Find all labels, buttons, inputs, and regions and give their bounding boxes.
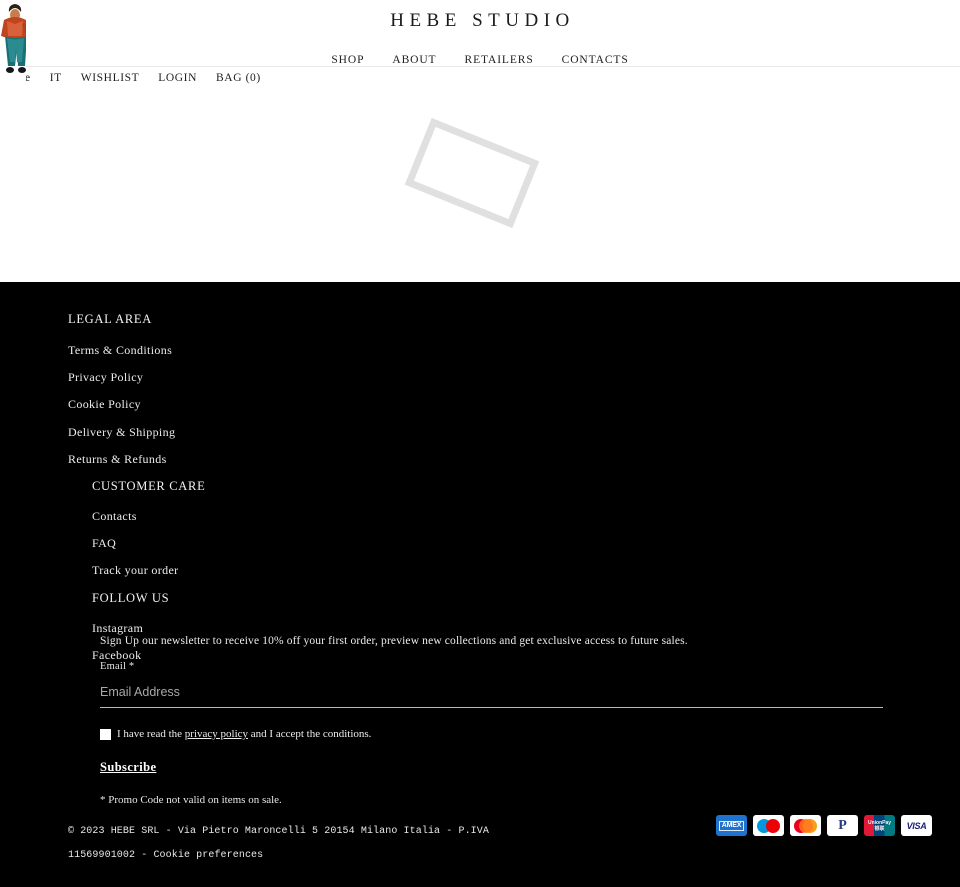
consent-checkbox[interactable]	[100, 728, 111, 740]
maestro-icon	[753, 815, 784, 836]
copyright-line-1: © 2023 HEBE SRL - Via Pietro Maroncelli …	[68, 826, 489, 837]
nav-item-shop[interactable]: SHOP	[331, 54, 364, 66]
utility-bar-items: e IT WISHLIST LOGIN BAG (0)	[25, 67, 280, 89]
footer-link-track-your-order[interactable]: Track your order	[92, 563, 668, 578]
copyright-separator: -	[135, 850, 154, 861]
payment-methods: AMEX P UnionPay 银联 VISA	[716, 815, 932, 836]
promo-code-note: * Promo Code not valid on items on sale.	[100, 794, 282, 806]
follow-us-heading: FOLLOW US	[92, 590, 170, 605]
legal-area-heading: LEGAL AREA	[68, 312, 152, 326]
consent-text-pre: I have read the	[117, 728, 185, 740]
privacy-policy-link[interactable]: privacy policy	[185, 728, 248, 740]
unionpay-label: UnionPay 银联	[868, 820, 891, 832]
bag-link[interactable]: BAG (0)	[216, 72, 261, 84]
mastercard-icon	[790, 815, 821, 836]
copyright-block: © 2023 HEBE SRL - Via Pietro Maroncelli …	[68, 820, 498, 868]
site-header: HEBE STUDIO SHOP ABOUT RETAILERS CONTACT…	[0, 0, 960, 80]
subscribe-button[interactable]: Subscribe	[100, 760, 156, 775]
amex-label: AMEX	[718, 820, 745, 831]
maestro-circles	[757, 818, 780, 833]
footer-link-terms-conditions[interactable]: Terms & Conditions	[68, 343, 668, 358]
customer-care-heading: CUSTOMER CARE	[92, 478, 206, 493]
mastercard-circles	[794, 818, 817, 833]
footer-link-privacy-policy[interactable]: Privacy Policy	[68, 370, 668, 385]
login-link[interactable]: LOGIN	[158, 72, 197, 84]
unionpay-label-bottom: 银联	[874, 825, 885, 832]
wishlist-link[interactable]: WISHLIST	[81, 72, 139, 84]
maestro-right-circle	[766, 818, 780, 833]
nav-item-retailers[interactable]: RETAILERS	[465, 54, 534, 66]
copyright-line-2: 11569901002 - Cookie preferences	[68, 844, 498, 868]
email-field-label: Email *	[100, 661, 135, 672]
footer-links-column: LEGAL AREA Terms & Conditions Privacy Po…	[68, 312, 668, 675]
newsletter-signup: Sign Up our newsletter to receive 10% of…	[100, 635, 890, 806]
consent-row: I have read the privacy policy and I acc…	[100, 728, 890, 740]
footer-link-instagram[interactable]: Instagram	[92, 621, 668, 636]
footer-link-delivery-shipping[interactable]: Delivery & Shipping	[68, 425, 668, 440]
utility-bar: e IT WISHLIST LOGIN BAG (0)	[0, 67, 960, 89]
hero-model-image	[0, 0, 26, 80]
footer-link-cookie-policy[interactable]: Cookie Policy	[68, 397, 668, 412]
language-switch-it[interactable]: IT	[50, 72, 62, 84]
visa-label: VISA	[906, 820, 927, 831]
mastercard-overlap	[798, 818, 813, 833]
paypal-icon: P	[827, 815, 858, 836]
unionpay-icon: UnionPay 银联	[864, 815, 895, 836]
footer-link-returns-refunds[interactable]: Returns & Refunds	[68, 452, 668, 467]
cookie-preferences-link[interactable]: Cookie preferences	[153, 850, 263, 861]
main-stage	[0, 89, 960, 282]
brand-logo[interactable]: HEBE STUDIO	[0, 10, 960, 32]
footer-link-faq[interactable]: FAQ	[92, 536, 668, 551]
main-navigation: SHOP ABOUT RETAILERS CONTACTS	[0, 50, 960, 68]
footer-link-contacts[interactable]: Contacts	[92, 509, 668, 524]
visa-icon: VISA	[901, 815, 932, 836]
nav-item-contacts[interactable]: CONTACTS	[562, 54, 629, 66]
site-footer: LEGAL AREA Terms & Conditions Privacy Po…	[0, 282, 960, 887]
paypal-glyph: P	[838, 817, 847, 833]
broken-image-icon	[404, 117, 540, 229]
consent-text-post: and I accept the conditions.	[248, 728, 372, 740]
nav-item-about[interactable]: ABOUT	[392, 54, 436, 66]
fashion-model-photo	[0, 0, 26, 80]
email-input[interactable]	[100, 680, 883, 708]
amex-icon: AMEX	[716, 815, 747, 836]
consent-label: I have read the privacy policy and I acc…	[117, 728, 371, 740]
newsletter-intro-text: Sign Up our newsletter to receive 10% of…	[100, 635, 688, 647]
vat-number: 11569901002	[68, 850, 136, 861]
